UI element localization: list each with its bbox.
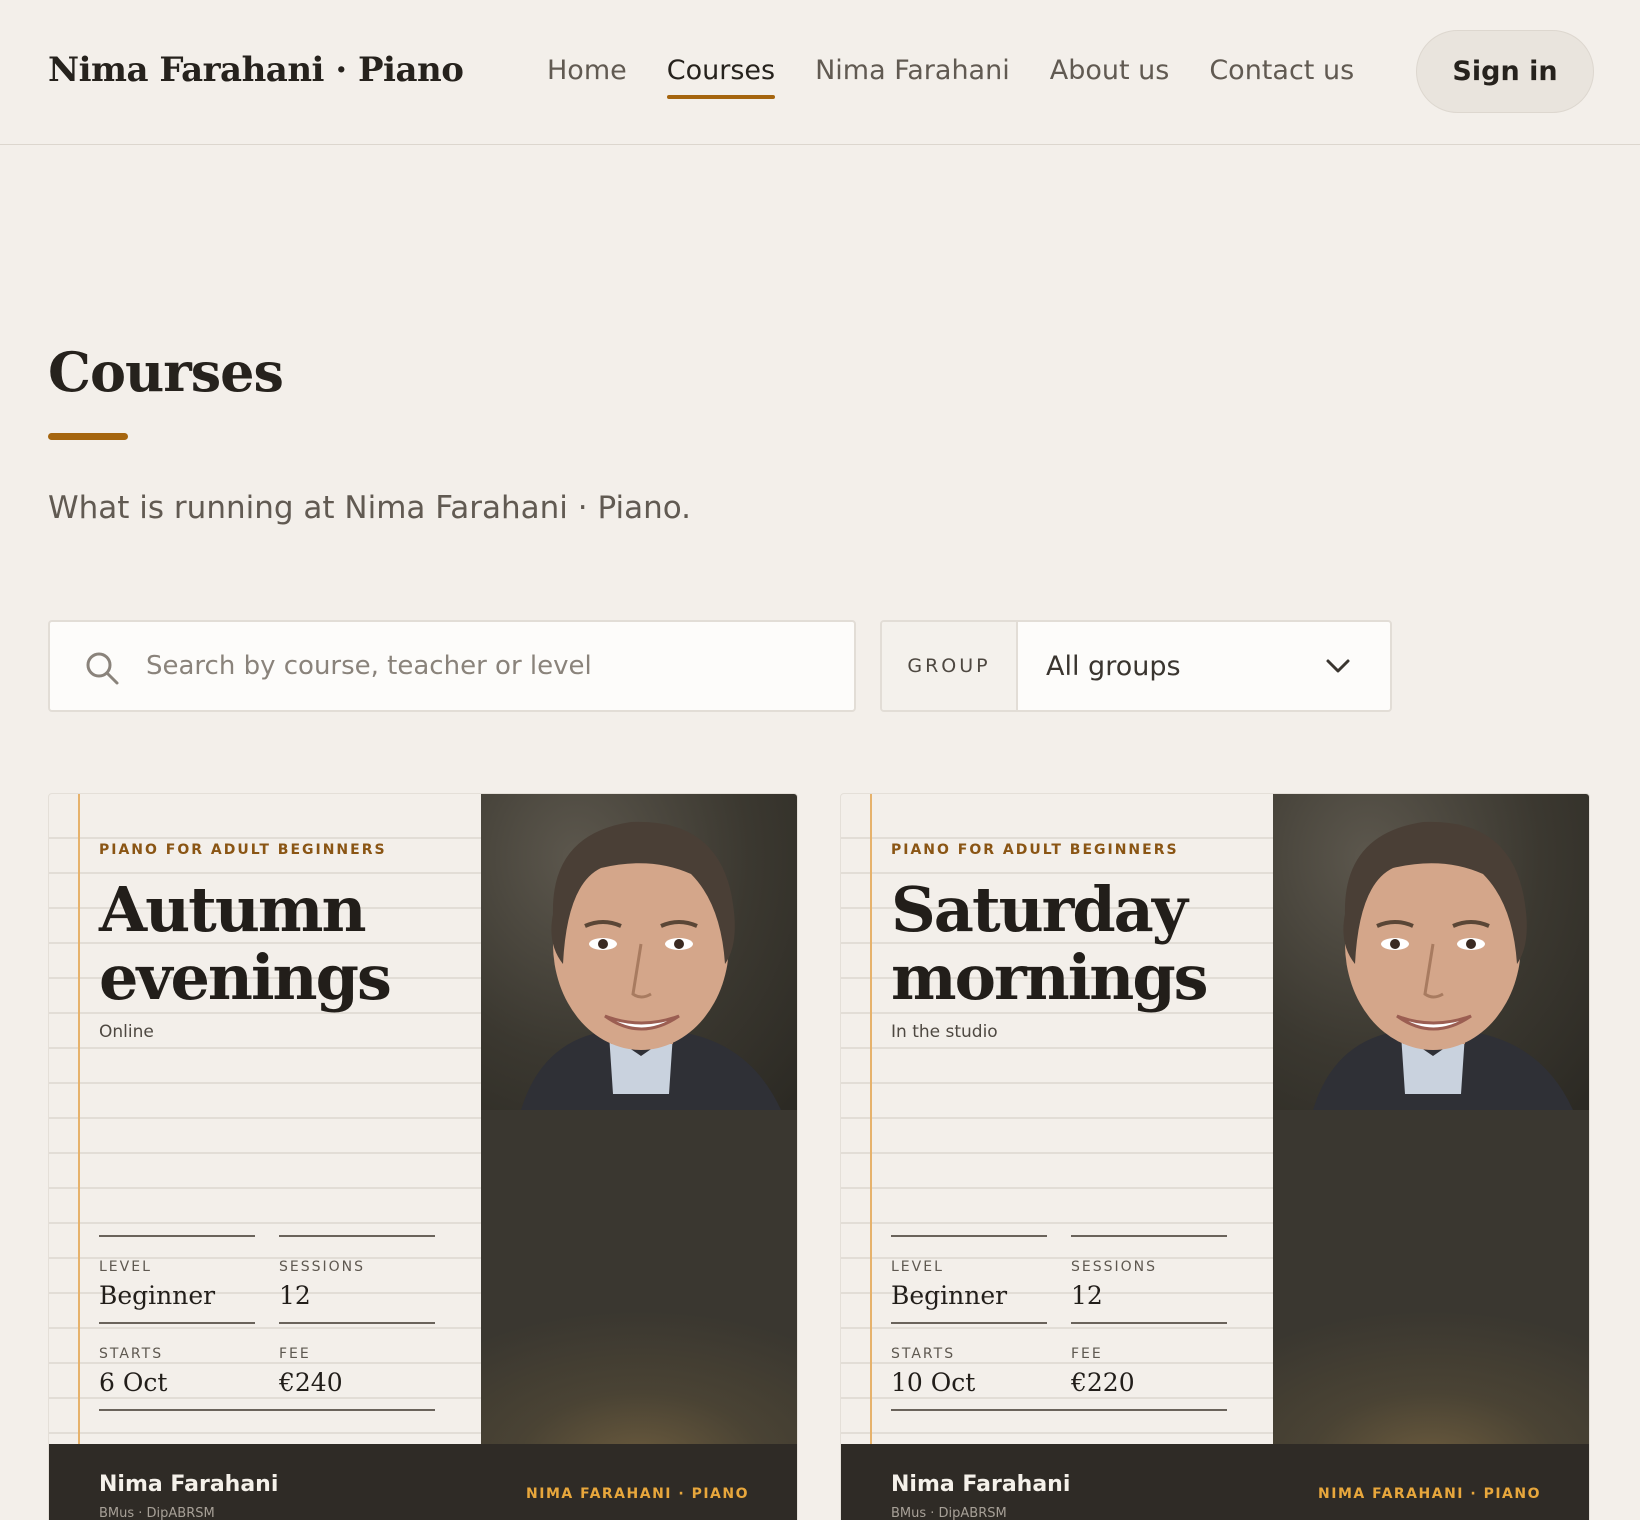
group-select[interactable]: All groups <box>1018 622 1390 710</box>
starts-value: 6 Oct <box>99 1368 168 1397</box>
meta-rule <box>99 1409 435 1411</box>
sessions-label: SESSIONS <box>1071 1259 1158 1275</box>
meta-rule <box>1071 1235 1227 1237</box>
nav-courses[interactable]: Courses <box>666 55 776 99</box>
starts-label: STARTS <box>891 1346 956 1362</box>
top-navigation-bar: Nima Farahani · Piano Home Courses Nima … <box>0 0 1640 145</box>
fee-label: FEE <box>279 1346 311 1362</box>
level-label: LEVEL <box>891 1259 944 1275</box>
search-input[interactable] <box>146 622 836 710</box>
teacher-portrait-illustration <box>521 821 781 1110</box>
teacher-photo <box>1273 794 1589 1110</box>
teacher-name: Nima Farahani <box>99 1472 279 1497</box>
course-title: Autumn evenings <box>99 873 392 1014</box>
footer-brand: NIMA FARAHANI · PIANO <box>526 1486 749 1502</box>
course-kicker: PIANO FOR ADULT BEGINNERS <box>99 842 387 858</box>
meta-rule <box>99 1235 255 1237</box>
course-mode: In the studio <box>891 1022 998 1042</box>
meta-rule <box>99 1322 255 1324</box>
chevron-down-icon <box>1326 659 1350 673</box>
sessions-value: 12 <box>279 1281 311 1310</box>
level-label: LEVEL <box>99 1259 152 1275</box>
card-lined-paper: PIANO FOR ADULT BEGINNERS Autumn evening… <box>49 794 483 1444</box>
teacher-credentials: BMus · DipABRSM <box>891 1506 1007 1520</box>
card-footer: Nima Farahani BMus · DipABRSM NIMA FARAH… <box>49 1444 797 1520</box>
card-margin-line <box>870 794 872 1444</box>
course-mode: Online <box>99 1022 154 1042</box>
fee-value: €240 <box>279 1368 343 1397</box>
meta-rule <box>279 1235 435 1237</box>
group-filter-label: GROUP <box>882 622 1018 710</box>
fee-value: €220 <box>1071 1368 1135 1397</box>
brand-logo[interactable]: Nima Farahani · Piano <box>48 50 464 90</box>
sign-in-button[interactable]: Sign in <box>1416 30 1594 113</box>
card-dark-panel <box>1273 1110 1589 1444</box>
nav-about-us[interactable]: About us <box>1050 55 1170 99</box>
meta-rule <box>891 1409 1227 1411</box>
meta-rule <box>891 1322 1047 1324</box>
teacher-portrait-illustration <box>1313 821 1573 1110</box>
teacher-credentials: BMus · DipABRSM <box>99 1506 215 1520</box>
group-filter[interactable]: GROUP All groups <box>880 620 1392 712</box>
footer-brand: NIMA FARAHANI · PIANO <box>1318 1486 1541 1502</box>
meta-rule <box>1071 1322 1227 1324</box>
page-subtitle: What is running at Nima Farahani · Piano… <box>48 490 691 526</box>
page-title: Courses <box>48 340 284 404</box>
course-title: Saturday mornings <box>891 873 1209 1014</box>
main-nav: Home Courses Nima Farahani About us Cont… <box>547 55 1394 99</box>
search-box[interactable] <box>48 620 856 712</box>
course-card[interactable]: PIANO FOR ADULT BEGINNERS Saturday morni… <box>840 793 1590 1520</box>
sessions-value: 12 <box>1071 1281 1103 1310</box>
card-margin-line <box>78 794 80 1444</box>
card-lined-paper: PIANO FOR ADULT BEGINNERS Saturday morni… <box>841 794 1275 1444</box>
starts-label: STARTS <box>99 1346 164 1362</box>
level-value: Beginner <box>99 1281 216 1310</box>
meta-rule <box>279 1322 435 1324</box>
level-value: Beginner <box>891 1281 1008 1310</box>
teacher-photo <box>481 794 797 1110</box>
group-selected-value: All groups <box>1046 650 1181 682</box>
nav-home[interactable]: Home <box>547 55 627 99</box>
card-footer: Nima Farahani BMus · DipABRSM NIMA FARAH… <box>841 1444 1589 1520</box>
course-card[interactable]: PIANO FOR ADULT BEGINNERS Autumn evening… <box>48 793 798 1520</box>
meta-rule <box>891 1235 1047 1237</box>
sessions-label: SESSIONS <box>279 1259 366 1275</box>
nav-contact-us[interactable]: Contact us <box>1209 55 1354 99</box>
starts-value: 10 Oct <box>891 1368 976 1397</box>
card-dark-panel <box>481 1110 797 1444</box>
nav-nima-farahani[interactable]: Nima Farahani <box>815 55 1010 99</box>
teacher-name: Nima Farahani <box>891 1472 1071 1497</box>
search-icon <box>86 652 119 685</box>
fee-label: FEE <box>1071 1346 1103 1362</box>
title-accent-rule <box>48 433 128 440</box>
course-kicker: PIANO FOR ADULT BEGINNERS <box>891 842 1179 858</box>
